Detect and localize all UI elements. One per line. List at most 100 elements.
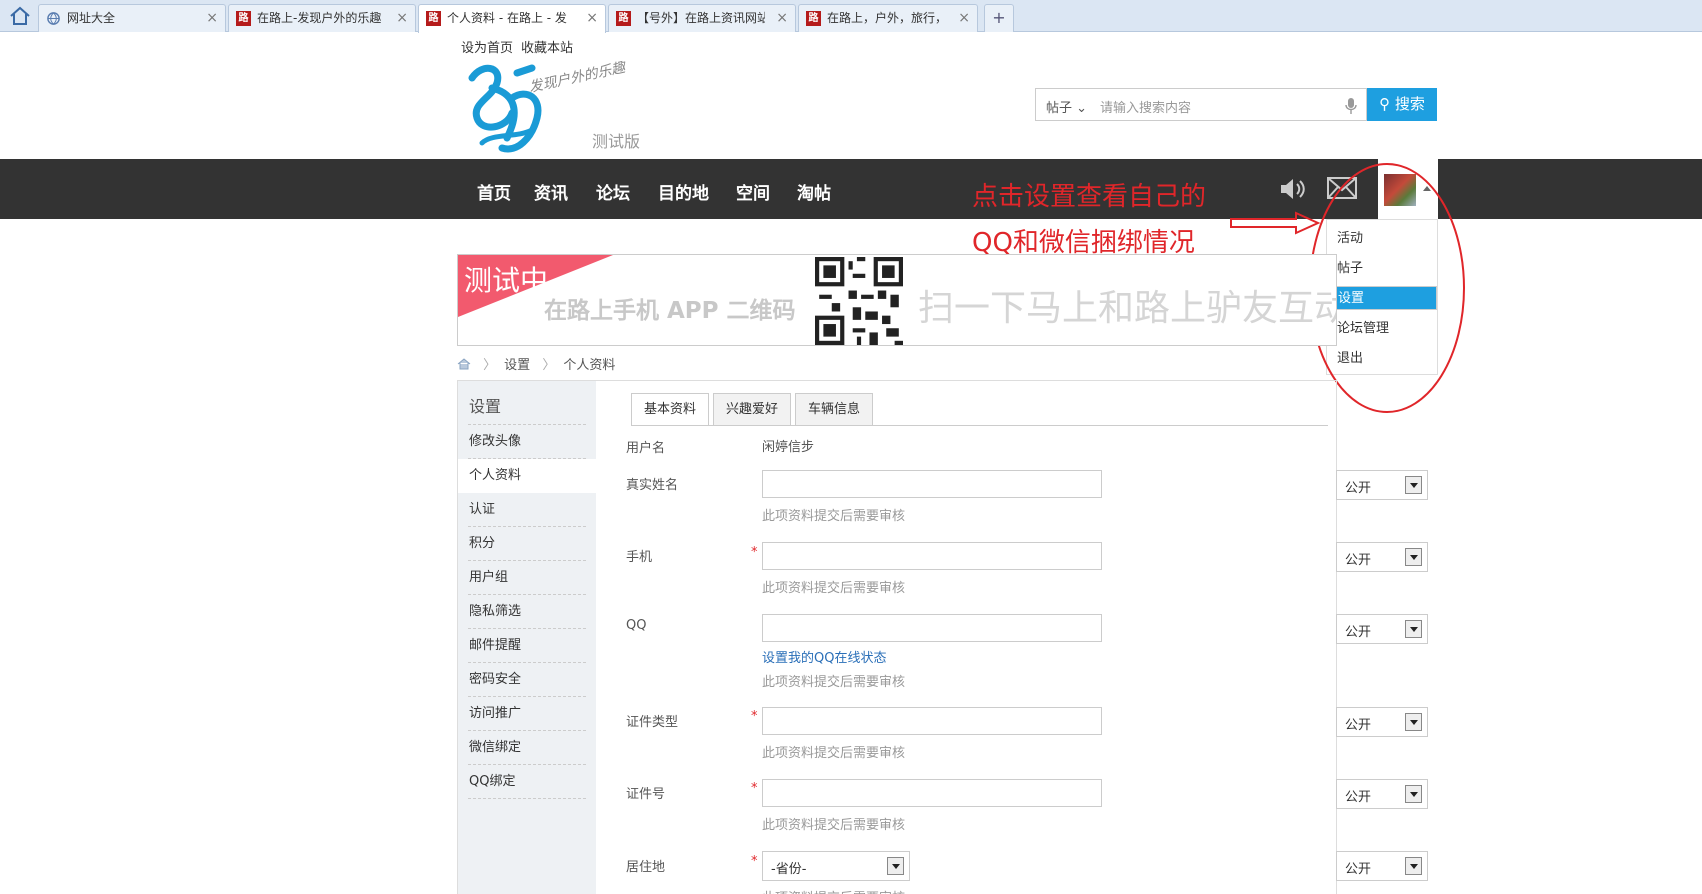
tab-vehicle-info[interactable]: 车辆信息 [795,393,873,425]
nav-item-home[interactable]: 首页 [477,179,511,204]
tab-interests[interactable]: 兴趣爱好 [713,393,791,425]
nav-item-space[interactable]: 空间 [736,179,770,204]
breadcrumb: 〉设置 〉个人资料 [457,354,615,373]
nav-item-forum[interactable]: 论坛 [596,179,630,204]
sidebar-item-qq-binding[interactable]: QQ绑定 [458,765,596,799]
tab-close-icon[interactable]: × [396,5,408,31]
search-input[interactable]: 请输入搜索内容 [1100,97,1191,116]
id-type-input[interactable] [762,707,1102,735]
settings-sidebar: 设置 修改头像 个人资料 认证 积分 用户组 隐私筛选 邮件提醒 密码安全 访问… [458,381,596,894]
set-homepage-link[interactable]: 设为首页 [461,41,513,56]
logo-script: 发现户外的乐趣 [528,59,629,95]
browser-home-icon[interactable] [8,6,32,26]
tab-close-icon[interactable]: × [776,5,788,31]
chevron-down-icon [1405,620,1422,638]
privacy-select[interactable]: 公开 [1336,707,1428,737]
browser-tab-5[interactable]: 路 在路上，户外，旅行， × [798,4,978,32]
sidebar-item-usergroup[interactable]: 用户组 [458,561,596,595]
privacy-select[interactable]: 公开 [1336,779,1428,809]
tab-basic-info[interactable]: 基本资料 [631,393,709,426]
privacy-select-value: 公开 [1345,625,1372,640]
site-icon: 路 [806,11,821,26]
sidebar-item-email-alerts[interactable]: 邮件提醒 [458,629,596,663]
field-label: 证件号 [626,787,666,802]
search-bar: 帖子 ⌄ 请输入搜索内容 ⚲ 搜索 [1035,88,1437,121]
tab-title: 【号外】在路上资讯网站 [637,11,765,25]
tab-title: 在路上，户外，旅行， [827,11,948,25]
review-note: 此项资料提交后需要审核 [762,675,906,690]
username-value: 闲婷信步 [762,440,815,455]
avatar [1384,174,1416,206]
search-type-label: 帖子 [1046,101,1073,116]
browser-tab-2[interactable]: 路 在路上-发现户外的乐趣 × [228,4,416,32]
site-icon: 路 [236,11,251,26]
id-number-input[interactable] [762,779,1102,807]
qq-input[interactable] [762,614,1102,642]
sidebar-item-password[interactable]: 密码安全 [458,663,596,697]
bookmark-site-link[interactable]: 收藏本站 [521,41,573,56]
search-type-select[interactable]: 帖子 ⌄ [1046,97,1087,116]
top-links: 设为首页 收藏本站 [461,37,581,56]
banner-badge: 测试中 [464,264,549,297]
privacy-select-value: 公开 [1345,553,1372,568]
sidebar-item-credits[interactable]: 积分 [458,527,596,561]
privacy-select[interactable]: 公开 [1336,542,1428,572]
logo-tagline: 测试版 [592,132,641,151]
nav-item-tao-posts[interactable]: 淘帖 [797,179,831,204]
required-mark: * [751,854,758,869]
privacy-select-value: 公开 [1345,790,1372,805]
search-button[interactable]: ⚲ 搜索 [1367,88,1437,121]
sidebar-item-promotion[interactable]: 访问推广 [458,697,596,731]
chevron-down-icon [1405,548,1422,566]
main-nav: 首页 资讯 论坛 目的地 空间 淘帖 [0,159,1702,219]
chevron-down-icon [1405,476,1422,494]
menu-item-forum-admin[interactable]: 论坛管理 [1327,317,1437,341]
qq-status-link[interactable]: 设置我的QQ在线状态 [762,647,886,666]
user-menu-trigger[interactable] [1378,159,1438,219]
mail-icon[interactable] [1327,177,1357,199]
menu-item-settings[interactable]: 设置 [1327,286,1437,310]
breadcrumb-settings[interactable]: 设置 [504,358,530,373]
tab-close-icon[interactable]: × [586,5,598,31]
microphone-icon[interactable] [1344,97,1358,115]
nav-item-destination[interactable]: 目的地 [658,179,709,204]
settings-panel: 设置 修改头像 个人资料 认证 积分 用户组 隐私筛选 邮件提醒 密码安全 访问… [457,380,1428,894]
menu-item-logout[interactable]: 退出 [1327,347,1437,371]
chevron-down-icon [887,857,904,875]
sidebar-item-label: 邮件提醒 [469,638,522,653]
new-tab-button[interactable]: + [984,4,1014,32]
menu-item-posts[interactable]: 帖子 [1327,257,1437,281]
sidebar-item-privacy[interactable]: 隐私筛选 [458,595,596,629]
speaker-icon[interactable] [1278,176,1308,202]
home-icon[interactable] [457,358,471,370]
review-note: 此项资料提交后需要审核 [762,818,906,833]
sidebar-item-label: 积分 [469,536,496,551]
tab-close-icon[interactable]: × [958,5,970,31]
mobile-input[interactable] [762,542,1102,570]
tab-close-icon[interactable]: × [206,5,218,31]
chevron-down-icon: ⌄ [1076,101,1088,116]
browser-tab-4[interactable]: 路 【号外】在路上资讯网站 × [608,4,796,32]
banner-app-text: 在路上手机 APP 二维码 [544,298,796,324]
caret-up-icon [1423,186,1431,191]
realname-input[interactable] [762,470,1102,498]
tab-title: 个人资料 - 在路上 - 发 [447,11,567,25]
sidebar-item-profile[interactable]: 个人资料 [458,459,596,493]
nav-item-news[interactable]: 资讯 [534,179,568,204]
chevron-down-icon [1405,857,1422,875]
menu-item-activity[interactable]: 活动 [1327,227,1437,251]
privacy-select[interactable]: 公开 [1336,614,1428,644]
privacy-select[interactable]: 公开 [1336,851,1428,881]
browser-tab-1[interactable]: 网址大全 × [38,4,226,32]
app-qr-banner[interactable]: 测试中 在路上手机 APP 二维码 扫一下马上和路上驴友互动 [457,254,1337,346]
sidebar-item-wechat-binding[interactable]: 微信绑定 [458,731,596,765]
sidebar-item-label: 密码安全 [469,672,522,687]
browser-tab-3[interactable]: 路 个人资料 - 在路上 - 发 × [418,4,606,33]
sidebar-item-verification[interactable]: 认证 [458,493,596,527]
sidebar-item-avatar[interactable]: 修改头像 [458,425,596,459]
search-icon: ⚲ [1379,95,1391,113]
divider [631,425,1328,426]
privacy-select[interactable]: 公开 [1336,470,1428,500]
province-select[interactable]: -省份- [762,851,910,881]
field-label: 真实姓名 [626,478,679,493]
